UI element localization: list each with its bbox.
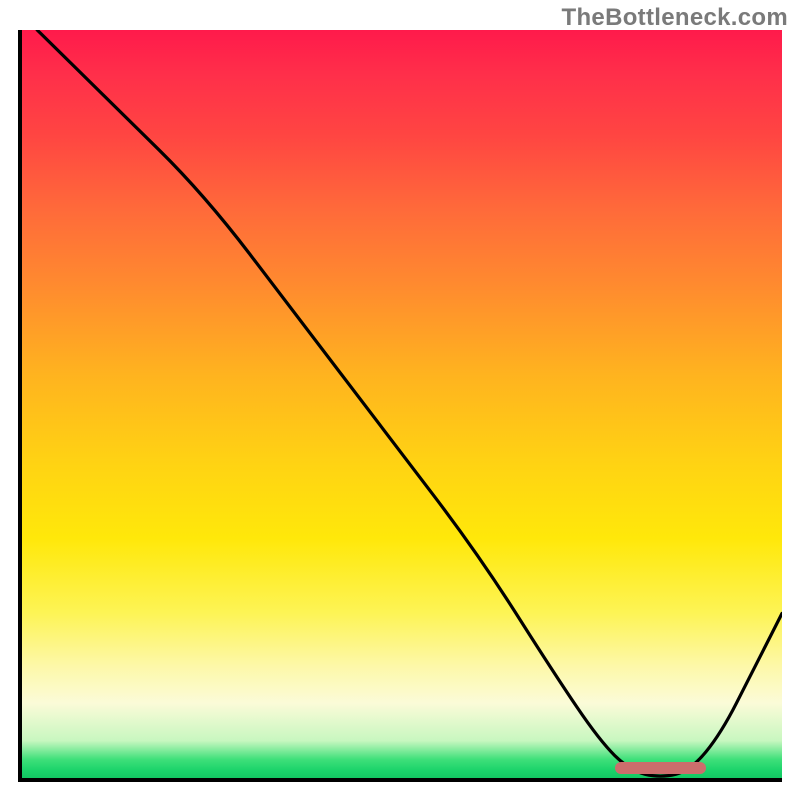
curve-path <box>37 30 782 776</box>
chart-area <box>18 30 782 782</box>
bottleneck-curve <box>22 30 782 778</box>
watermark-text: TheBottleneck.com <box>562 4 788 32</box>
optimal-range-marker <box>615 762 706 774</box>
